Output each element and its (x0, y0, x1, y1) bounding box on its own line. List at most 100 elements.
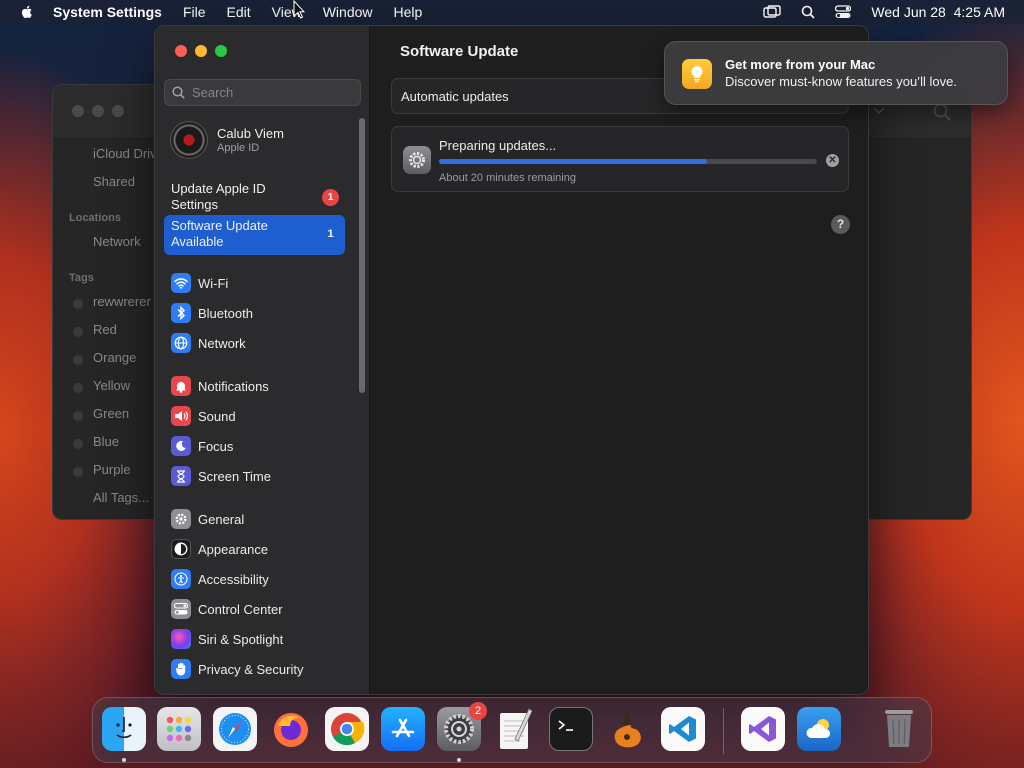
finder-traffic-lights (72, 105, 124, 117)
finder-tag[interactable]: Purple (93, 462, 131, 477)
apple-id-account[interactable]: Calub Viem Apple ID (170, 119, 350, 161)
system-settings-window: Calub Viem Apple ID Update Apple ID Sett… (154, 25, 869, 695)
sidebar-item-label: Accessibility (198, 571, 269, 587)
finder-tag[interactable]: Blue (93, 434, 119, 449)
finder-network[interactable]: Network (93, 234, 141, 249)
software-update-available-label: Software Update Available (171, 218, 268, 249)
finder-all-tags[interactable]: All Tags... (93, 490, 149, 505)
finder-tag[interactable]: Orange (93, 350, 136, 365)
update-apple-id-settings[interactable]: Update Apple ID Settings 1 (164, 178, 345, 218)
visual-studio-icon[interactable] (741, 707, 785, 751)
sidebar-item-control-center[interactable]: Control Center (164, 596, 345, 622)
safari-icon[interactable] (213, 707, 257, 751)
menu-file[interactable]: File (183, 4, 206, 20)
launchpad-icon[interactable] (157, 707, 201, 751)
sidebar-item-notifications[interactable]: Notifications (164, 373, 345, 399)
notification-badge: 1 (322, 189, 339, 206)
chrome-icon[interactable] (325, 707, 369, 751)
sidebar-item-label: General (198, 511, 245, 527)
sidebar-item-privacy-security[interactable]: Privacy & Security (164, 656, 345, 682)
menu-edit[interactable]: Edit (227, 4, 251, 20)
apple-logo-icon[interactable] (19, 4, 35, 20)
tag-dot (73, 383, 83, 393)
finder-tag[interactable]: Green (93, 406, 129, 421)
dock: 2 (92, 697, 932, 763)
progress-title: Preparing updates... (439, 138, 557, 153)
vscode-icon[interactable] (661, 707, 705, 751)
menu-clock[interactable]: Wed Jun 28 4:25 AM (871, 4, 1005, 20)
moon-icon (171, 436, 191, 456)
finder-shared[interactable]: Shared (93, 174, 135, 189)
tag-dot (73, 411, 83, 421)
help-button[interactable]: ? (831, 215, 850, 234)
sidebar-item-label: Focus (198, 438, 234, 454)
app-store-icon[interactable] (381, 707, 425, 751)
menu-window[interactable]: Window (323, 4, 373, 20)
finder-tag[interactable]: Yellow (93, 378, 130, 393)
textedit-icon[interactable] (493, 707, 537, 751)
page-title: Software Update (400, 43, 519, 60)
sidebar-item-siri-spotlight[interactable]: Siri & Spotlight (164, 626, 345, 652)
sidebar-item-label: Bluetooth (198, 305, 253, 321)
sidebar-item-general[interactable]: General (164, 506, 345, 532)
globe-icon (171, 333, 191, 353)
sidebar-item-focus[interactable]: Focus (164, 433, 345, 459)
sidebar-item-label: Appearance (198, 541, 269, 557)
search-field[interactable] (164, 79, 361, 106)
software-update-pane: Software Update Automatic updates Prepar… (371, 26, 868, 694)
bluetooth-icon (171, 303, 191, 323)
chevron-down-icon[interactable] (873, 107, 885, 115)
automatic-updates-label: Automatic updates (401, 89, 509, 104)
tag-dot (73, 327, 83, 337)
finder-tag[interactable]: rewwrerer (93, 294, 151, 309)
accessibility-icon (171, 569, 191, 589)
tips-notification[interactable]: Get more from your Mac Discover must-kno… (664, 41, 1008, 105)
update-apple-id-label: Update Apple ID Settings (171, 181, 266, 212)
finder-icon[interactable] (102, 707, 146, 751)
notification-badge: 1 (327, 228, 334, 240)
tag-dot (73, 299, 83, 309)
software-update-available[interactable]: Software Update Available 1 (164, 215, 345, 255)
speaker-icon (171, 406, 191, 426)
tag-dot (73, 467, 83, 477)
progress-bar (439, 159, 817, 164)
menu-help[interactable]: Help (394, 4, 423, 20)
sidebar-item-appearance[interactable]: Appearance (164, 536, 345, 562)
cancel-update-button[interactable]: ✕ (826, 154, 839, 167)
sidebar-item-network[interactable]: Network (164, 330, 345, 356)
sidebar-scrollbar[interactable] (359, 118, 365, 393)
search-input[interactable] (192, 85, 352, 100)
sidebar-item-screen-time[interactable]: Screen Time (164, 463, 345, 489)
update-progress-card: Preparing updates... About 20 minutes re… (391, 126, 849, 192)
zoom-button[interactable] (215, 45, 227, 57)
control-center-icon (171, 599, 191, 619)
trash-icon[interactable] (877, 707, 921, 751)
firefox-icon[interactable] (269, 707, 313, 751)
close-button[interactable] (175, 45, 187, 57)
finder-tag[interactable]: Red (93, 322, 117, 337)
lightbulb-icon (682, 59, 712, 89)
sidebar-item-label: Wi-Fi (198, 275, 229, 291)
control-center-icon[interactable] (835, 5, 852, 19)
sidebar-item-label: Privacy & Security (198, 661, 304, 677)
finder-tags-header: Tags (69, 272, 94, 284)
sidebar-item-label: Screen Time (198, 468, 271, 484)
wifi-icon (171, 273, 191, 293)
account-subtitle: Apple ID (217, 142, 260, 154)
avatar (170, 121, 208, 159)
finder-search-icon[interactable] (933, 103, 951, 121)
sidebar-item-bluetooth[interactable]: Bluetooth (164, 300, 345, 326)
spotlight-search-icon[interactable] (801, 5, 816, 19)
screen-mirroring-icon[interactable] (763, 5, 782, 19)
weather-icon[interactable] (797, 707, 841, 751)
sidebar-item-sound[interactable]: Sound (164, 403, 345, 429)
menu-app-name[interactable]: System Settings (53, 4, 162, 20)
sidebar-item-wifi[interactable]: Wi-Fi (164, 270, 345, 296)
terminal-icon[interactable] (549, 707, 593, 751)
minimize-button[interactable] (195, 45, 207, 57)
garageband-icon[interactable] (605, 707, 649, 751)
system-settings-icon[interactable]: 2 (437, 702, 487, 751)
sidebar-item-accessibility[interactable]: Accessibility (164, 566, 345, 592)
progress-bar-fill (439, 159, 708, 164)
dock-notification-badge: 2 (469, 702, 487, 720)
